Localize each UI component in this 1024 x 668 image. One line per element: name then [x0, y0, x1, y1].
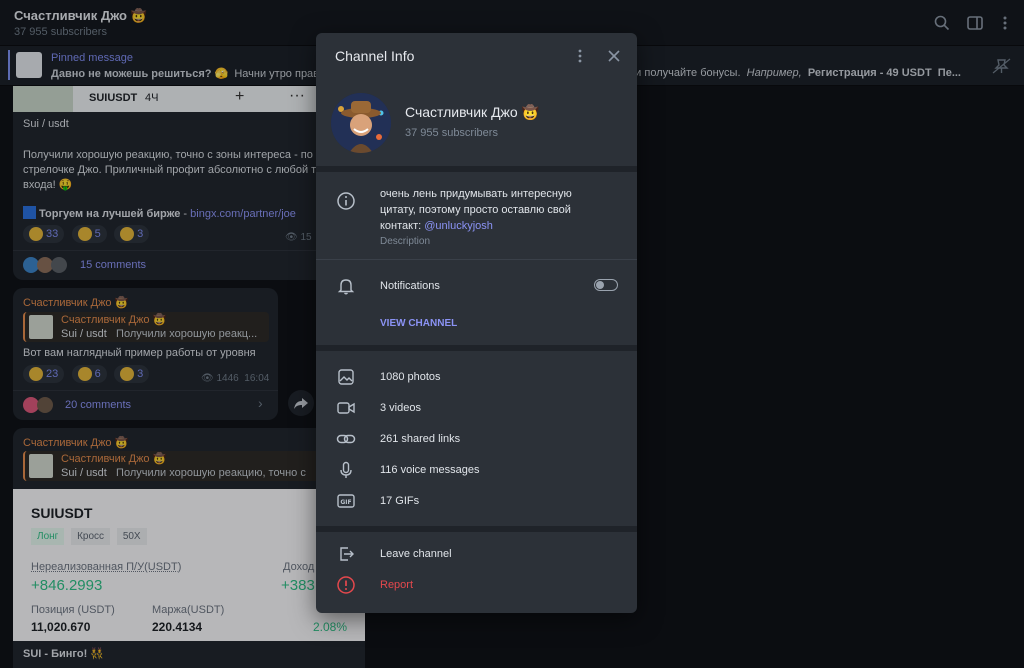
description-label: Description	[380, 236, 431, 247]
svg-text:GIF: GIF	[340, 499, 351, 506]
media-label: 3 videos	[380, 402, 421, 414]
gif-icon: GIF	[336, 491, 356, 511]
channel-name: Счастливчик Джо 🤠	[405, 104, 540, 120]
notifications-toggle[interactable]	[594, 279, 618, 291]
divider	[316, 259, 637, 260]
view-channel-button[interactable]: VIEW CHANNEL	[380, 318, 457, 329]
dialog-title: Channel Info	[335, 48, 415, 64]
contact-link[interactable]: @unluckyjosh	[424, 220, 493, 232]
leave-icon	[336, 544, 356, 564]
channel-description: очень лень придумывать интересную цитату…	[380, 188, 572, 232]
media-label: 116 voice messages	[380, 464, 480, 476]
channel-info-dialog: Channel Info Счастливчик Джо 🤠 37 955 su…	[316, 33, 637, 613]
toggle-knob	[596, 280, 604, 289]
channel-subscribers: 37 955 subscribers	[405, 127, 498, 139]
link-icon	[336, 429, 356, 449]
close-icon[interactable]	[606, 48, 622, 64]
media-label: 1080 photos	[380, 371, 441, 383]
bell-icon	[336, 276, 356, 296]
media-label: 17 GIFs	[380, 495, 420, 507]
notifications-label: Notifications	[380, 280, 440, 292]
photo-icon	[336, 367, 356, 387]
divider	[316, 345, 637, 351]
video-icon	[336, 398, 356, 418]
more-vertical-icon[interactable]	[572, 48, 588, 64]
leave-label: Leave channel	[380, 548, 452, 560]
media-label: 261 shared links	[380, 433, 461, 445]
info-icon	[336, 191, 356, 211]
divider	[316, 166, 637, 172]
channel-avatar[interactable]	[331, 93, 391, 153]
report-icon	[336, 575, 356, 595]
report-label: Report	[380, 579, 414, 591]
microphone-icon	[336, 460, 356, 480]
divider	[316, 526, 637, 532]
